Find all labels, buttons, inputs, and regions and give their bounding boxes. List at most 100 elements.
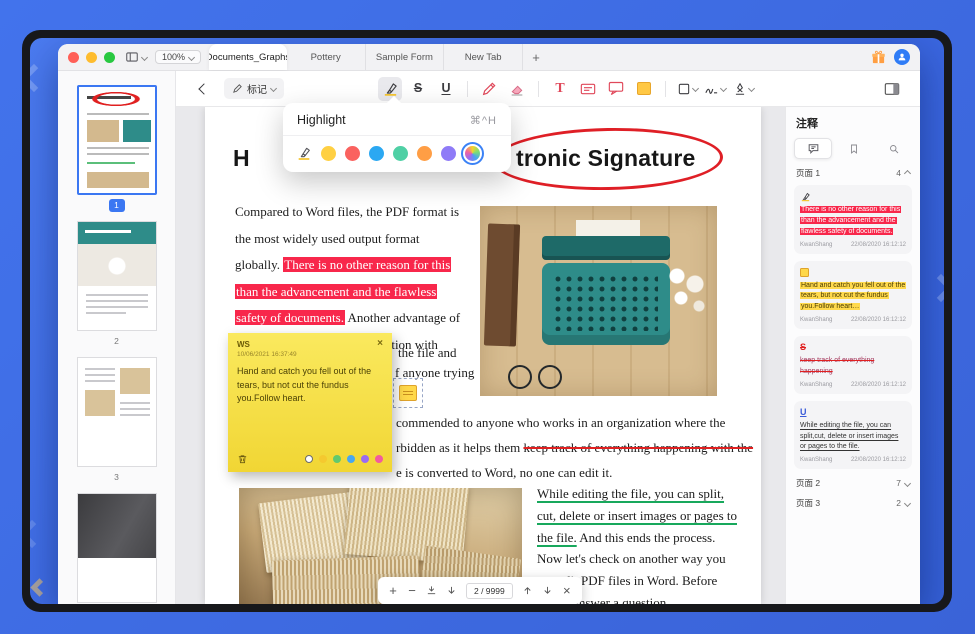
tab-sample-form[interactable]: Sample Form (366, 44, 445, 70)
note-color-green[interactable] (333, 455, 342, 464)
comments-view-button[interactable] (794, 138, 832, 159)
account-button[interactable] (894, 49, 910, 65)
zoom-level-select[interactable]: 100% (155, 50, 201, 64)
annotation-time: 22/08/2020 16:12:12 (851, 382, 906, 388)
document-canvas[interactable]: H tronic Signature Compared to Word file… (176, 107, 785, 604)
text-line: safety of documents. Another advantage o… (235, 305, 475, 332)
green-underline-annotation[interactable]: cut, delete or insert images or pages to (537, 508, 737, 523)
page-thumbnail-1[interactable] (77, 85, 157, 195)
back-button[interactable] (196, 81, 212, 97)
note-color-pink[interactable] (375, 455, 384, 464)
page-number-badge: 3 (109, 471, 125, 484)
screen: 100% Documents_Graphs Pottery Sample For… (30, 38, 944, 604)
text: Compared to Word files, the PDF format i… (235, 204, 459, 219)
page-1-section-header[interactable]: 页面 1 4 (796, 167, 910, 179)
annotations-panel: 注释 (785, 107, 920, 604)
annotation-card-note[interactable]: Hand and catch you fell out of the tears… (794, 261, 912, 330)
text-tool[interactable]: T (548, 77, 572, 101)
page-3-section-header[interactable]: 页面 3 2 (796, 497, 910, 509)
bookmarks-view-button[interactable] (836, 138, 872, 159)
page-thumbnail-2[interactable] (77, 221, 157, 331)
markup-mode-dropdown[interactable]: 标记 (224, 78, 284, 99)
green-underline-annotation[interactable]: the file. (537, 530, 577, 545)
search-icon (888, 143, 900, 155)
page-thumbnail-3[interactable] (77, 357, 157, 467)
shapes-tool[interactable] (675, 77, 699, 101)
annotation-card-highlight[interactable]: There is no other reason for this than t… (794, 185, 912, 254)
pencil-icon (481, 81, 497, 97)
trash-icon[interactable] (237, 453, 248, 465)
red-highlight-annotation[interactable]: safety of documents. (235, 310, 345, 325)
note-body-text: Hand and catch you fell out of the tears… (237, 365, 383, 406)
highlight-options-popup: Highlight ⌘^H (283, 103, 511, 172)
previous-page-button[interactable] (522, 585, 533, 596)
text-box-icon (580, 82, 596, 96)
next-page-button[interactable] (542, 585, 553, 596)
annotation-card-strikethrough[interactable]: S keep track of everything happening Kwa… (794, 336, 912, 394)
arrow-up-icon (522, 585, 533, 596)
selected-note-annotation[interactable] (393, 378, 423, 408)
zoom-window-button[interactable] (104, 52, 115, 63)
page-2-section-header[interactable]: 页面 2 7 (796, 477, 910, 489)
view-mode-dropdown[interactable] (125, 50, 147, 64)
zoom-level-value: 100% (162, 52, 185, 62)
annotation-time: 22/08/2020 16:12:12 (851, 317, 906, 323)
annotation-icon-row (800, 191, 906, 202)
close-window-button[interactable] (68, 52, 79, 63)
red-highlight-annotation[interactable]: than the advancement and the flawless (235, 284, 437, 299)
annotation-meta: KwanShang 22/08/2020 16:12:12 (800, 457, 906, 463)
download-button[interactable] (446, 585, 457, 596)
sticky-note-marker-icon[interactable] (399, 385, 417, 401)
highlighter-tool[interactable] (378, 77, 402, 101)
close-navigator-button[interactable]: × (562, 584, 572, 597)
text-tool-icon: T (555, 82, 564, 96)
promotion-button[interactable] (871, 50, 886, 65)
count-value: 2 (896, 498, 901, 508)
swatch-blue[interactable] (369, 146, 384, 161)
tab-new-tab[interactable]: New Tab (444, 44, 523, 70)
panel-toggle-icon (884, 82, 900, 96)
green-underline-annotation[interactable]: While editing the file, you can split, (537, 486, 724, 501)
page-number-input[interactable]: 2 / 9999 (466, 583, 513, 599)
signature-tool[interactable] (703, 77, 727, 101)
zoom-out-button[interactable]: − (407, 584, 417, 597)
red-highlight-annotation[interactable]: There is no other reason for this (283, 257, 451, 272)
minimize-window-button[interactable] (86, 52, 97, 63)
note-close-button[interactable]: × (377, 340, 383, 348)
page-thumbnail-4[interactable] (77, 493, 157, 603)
text-box-tool[interactable] (576, 77, 600, 101)
pdf-page[interactable]: H tronic Signature Compared to Word file… (205, 107, 761, 604)
annotation-card-underline[interactable]: U While editing the file, you can split,… (794, 401, 912, 470)
pdf-editor-window: 100% Documents_Graphs Pottery Sample For… (58, 44, 920, 604)
stamp-tool[interactable] (731, 77, 755, 101)
first-page-button[interactable] (426, 585, 437, 596)
swatch-purple[interactable] (441, 146, 456, 161)
sticky-note-tool[interactable] (632, 77, 656, 101)
eraser-tool[interactable] (505, 77, 529, 101)
pencil-tool[interactable] (477, 77, 501, 101)
zoom-in-button[interactable]: + (388, 584, 398, 597)
swatch-red[interactable] (345, 146, 360, 161)
red-oval-annotation[interactable] (492, 126, 723, 192)
search-view-button[interactable] (876, 138, 912, 159)
tab-pottery[interactable]: Pottery (287, 44, 366, 70)
note-color-purple[interactable] (361, 455, 370, 464)
annotation-icon-row: S (800, 342, 906, 353)
add-tab-button[interactable]: + (523, 50, 549, 65)
swatch-yellow[interactable] (321, 146, 336, 161)
sticky-note-popup[interactable]: WS × 10/06/2021 16:37:49 Hand and catch … (228, 333, 392, 472)
note-timestamp: 10/06/2021 16:37:49 (237, 351, 383, 358)
note-color-white[interactable] (305, 455, 314, 464)
note-color-blue[interactable] (347, 455, 356, 464)
toggle-right-panel-button[interactable] (880, 77, 904, 101)
swatch-orange[interactable] (417, 146, 432, 161)
annotation-time: 22/08/2020 16:12:12 (851, 242, 906, 248)
strikethrough-annotation[interactable]: keep track of everything happening with … (523, 440, 753, 455)
strikethrough-tool[interactable]: S (406, 77, 430, 101)
swatch-green[interactable] (393, 146, 408, 161)
swatch-multicolor-selected[interactable] (465, 146, 480, 161)
callout-tool[interactable] (604, 77, 628, 101)
tab-documents-graphs[interactable]: Documents_Graphs (209, 44, 287, 70)
note-color-yellow[interactable] (319, 455, 328, 464)
underline-tool[interactable]: U (434, 77, 458, 101)
